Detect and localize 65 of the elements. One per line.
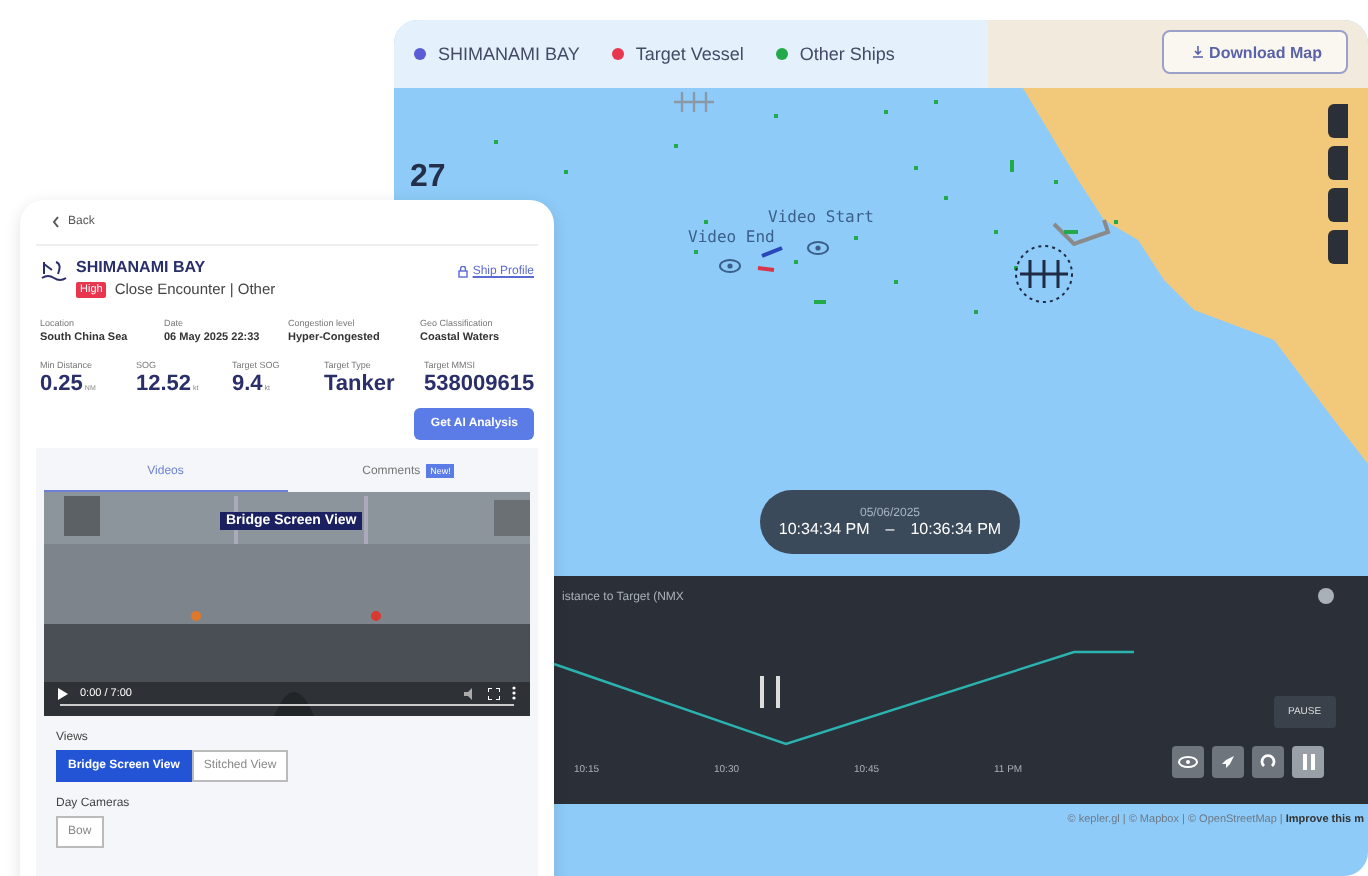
vessel-track [761, 246, 783, 258]
legend-label: Target Vessel [635, 44, 744, 64]
stat-value: 12.52 [136, 372, 192, 396]
pier-drawing [1052, 219, 1111, 247]
download-map-button[interactable]: Download Map [1161, 30, 1348, 74]
stat-value: 538009615 [424, 372, 535, 396]
end-time: 10:36:34 PM [910, 519, 1002, 537]
ship-marker [794, 260, 798, 264]
rocket-button[interactable] [1212, 746, 1244, 778]
grid-label: 27 [410, 160, 446, 196]
map-label: Video Start [768, 208, 874, 226]
ship-marker [974, 310, 978, 314]
replay-button[interactable] [1252, 746, 1284, 778]
ship-marker [814, 300, 826, 304]
ship-marker [884, 110, 888, 114]
download-icon [1191, 46, 1204, 58]
stat-value: 0.25 [40, 372, 83, 396]
ship-marker [934, 100, 938, 104]
eye-button[interactable] [1172, 746, 1204, 778]
legend-label: SHIMANAMI BAY [438, 44, 580, 64]
anchorage-icon [1015, 245, 1073, 303]
ship-marker [1114, 220, 1118, 224]
anchorage-icon [672, 90, 716, 114]
ship-marker [1064, 230, 1078, 234]
replay-icon [1260, 754, 1276, 770]
map-tool-button[interactable] [1328, 188, 1348, 222]
ship-marker [1054, 180, 1058, 184]
legend-label: Other Ships [799, 44, 895, 64]
ship-marker [564, 170, 568, 174]
map-tool-button[interactable] [1328, 146, 1348, 180]
vessel-name: SHIMANAMI BAY [76, 258, 208, 276]
ship-marker [704, 220, 708, 224]
volume-icon[interactable] [464, 687, 476, 699]
ship-marker [694, 250, 698, 254]
lock-icon [458, 266, 469, 278]
playhead-handle[interactable] [760, 676, 780, 708]
vessel-track [757, 266, 775, 272]
pause-icon [1301, 754, 1315, 770]
ship-marker [894, 280, 898, 284]
play-icon[interactable] [58, 687, 68, 699]
ship-icon [40, 258, 68, 282]
eye-icon [719, 259, 741, 273]
settings-icon[interactable] [1318, 588, 1334, 604]
ship-marker [674, 144, 678, 148]
pause-button[interactable] [1292, 746, 1324, 778]
chevron-icon [52, 216, 60, 228]
ship-marker [854, 236, 858, 240]
ship-marker [774, 114, 778, 118]
ship-marker [494, 140, 498, 144]
ship-marker [994, 230, 998, 234]
fullscreen-icon[interactable] [488, 687, 500, 699]
ship-marker [944, 196, 948, 200]
eye-icon [1178, 756, 1198, 768]
ship-marker [1014, 266, 1018, 270]
stat-value: Tanker [324, 372, 395, 396]
stat-value: 9.4 [232, 372, 263, 396]
map-label: Video End [688, 228, 775, 246]
ship-marker [914, 166, 918, 170]
ship-marker [1010, 160, 1014, 172]
eye-icon [807, 241, 829, 255]
map-tool-button[interactable] [1328, 230, 1348, 264]
separator-text: – [885, 519, 895, 537]
rocket-icon [1220, 754, 1236, 770]
map-tool-button[interactable] [1328, 104, 1348, 138]
start-time: 10:34:34 PM [778, 519, 870, 537]
